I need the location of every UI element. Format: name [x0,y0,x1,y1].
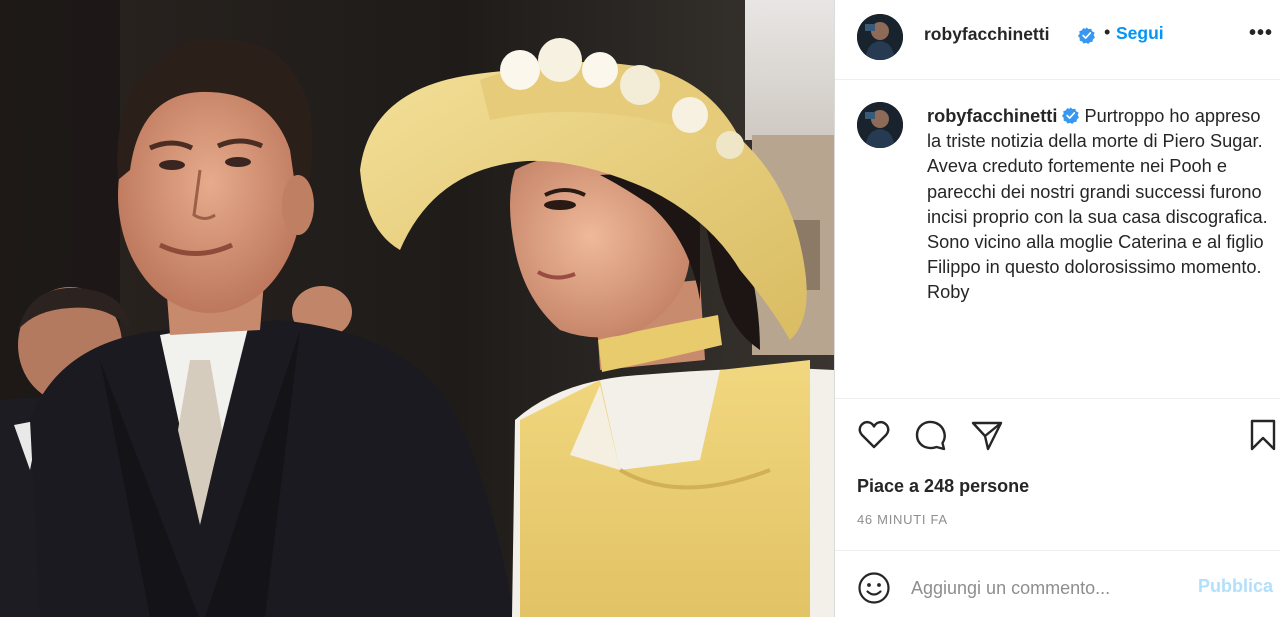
avatar[interactable] [857,14,903,60]
follow-button[interactable]: Segui [1116,23,1164,44]
like-button[interactable] [857,418,891,452]
smiley-icon [858,572,890,604]
verified-badge-icon [1078,27,1095,44]
post-timestamp[interactable]: 46 MINUTI FA [857,512,948,527]
save-button[interactable] [1248,418,1280,452]
post-photo-illustration [0,0,834,617]
bookmark-icon [1250,419,1276,451]
caption-avatar-image [857,102,903,148]
post-side-panel: robyfacchinetti • Segui ••• robyfacchine… [834,0,1280,617]
caption-text: robyfacchinetti Purtroppo ho appreso la … [927,104,1273,306]
post-header: robyfacchinetti • Segui ••• [835,0,1280,80]
header-separator: • [1104,22,1111,42]
comment-icon [915,420,946,451]
instagram-post: robyfacchinetti • Segui ••• robyfacchine… [0,0,1280,617]
comment-bar: Pubblica [835,550,1280,617]
post-caption: robyfacchinetti Purtroppo ho appreso la … [835,80,1280,399]
more-options-button[interactable]: ••• [1249,22,1273,45]
caption-username[interactable]: robyfacchinetti [927,106,1057,126]
comment-input[interactable] [911,573,1191,603]
caption-verified-badge-icon [1062,107,1080,124]
heart-icon [858,420,890,449]
paper-plane-icon [971,421,1003,451]
post-photo[interactable] [0,0,834,617]
emoji-button[interactable] [857,571,891,605]
avatar-image [857,14,903,60]
publish-button[interactable]: Pubblica [1198,576,1273,597]
post-author-username[interactable]: robyfacchinetti [924,24,1049,45]
caption-body: Purtroppo ho appreso la triste notizia d… [927,106,1268,303]
share-button[interactable] [970,418,1004,452]
likes-count[interactable]: Piace a 248 persone [857,476,1029,497]
post-actions [835,400,1280,470]
caption-avatar[interactable] [857,102,903,148]
comment-button[interactable] [914,418,948,452]
